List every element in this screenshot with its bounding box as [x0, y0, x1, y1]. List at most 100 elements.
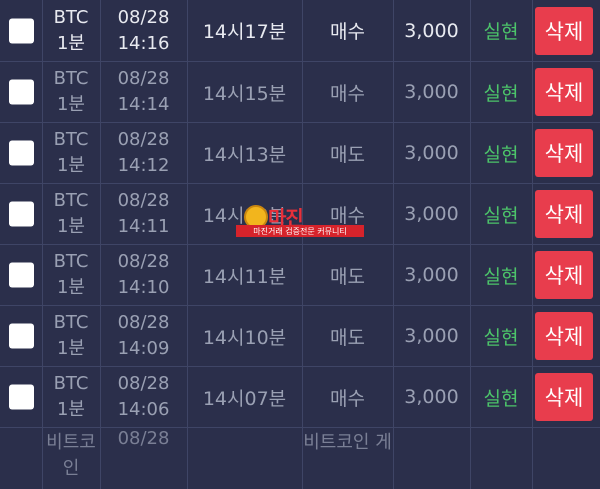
column-divider [393, 428, 394, 489]
time-label: 14:12 [117, 155, 170, 176]
interval-label: 1분 [56, 338, 85, 359]
status-label: 실현 [483, 143, 519, 166]
side-label: 매도 [330, 143, 365, 166]
row-select-checkbox[interactable] [9, 79, 34, 105]
row-select-checkbox[interactable] [9, 384, 34, 410]
row-select-checkbox[interactable] [9, 18, 34, 43]
watermark-tagline: 마진거래 검증전문 커뮤니티 [236, 225, 364, 237]
side-label: 매수 [330, 82, 365, 105]
date-label: 08/28 [117, 129, 170, 150]
delete-button[interactable]: 삭제 [535, 129, 593, 177]
delete-button[interactable]: 삭제 [535, 312, 593, 360]
time-label: 14:16 [117, 32, 170, 54]
status-label: 실현 [483, 82, 519, 105]
interval-label: 1분 [56, 399, 85, 420]
symbol-label: BTC [53, 129, 89, 150]
column-divider [532, 184, 533, 244]
delete-button[interactable]: 삭제 [535, 251, 593, 299]
round-label: 14시17분 [202, 21, 287, 43]
interval-label: 1분 [56, 277, 85, 298]
date-label: 08/28 [117, 428, 170, 449]
symbol-label: BTC [53, 251, 89, 272]
datetime-cell: 08/28 14:16 [118, 5, 170, 57]
status-label: 실현 [483, 326, 519, 349]
status-label: 실현 [483, 265, 519, 288]
round-label: 비트코인 게 [303, 432, 392, 453]
datetime-cell: 08/28 14:12 [118, 127, 170, 179]
orders-table: BTC 1분 08/28 14:16 14시17분 매수 3,000 실현 삭제 BTC 1분 08/… [0, 0, 600, 489]
date-label: 08/28 [117, 373, 170, 394]
side-label: 매수 [330, 21, 365, 43]
column-divider [532, 62, 533, 122]
symbol-label: BTC [53, 373, 89, 394]
amount-label: 3,000 [404, 142, 459, 164]
table-row: BTC 1분 08/28 14:16 14시17분 매수 3,000 실현 삭제 [0, 0, 600, 62]
amount-label: 3,000 [404, 19, 459, 42]
symbol-cell: BTC 1분 [54, 66, 89, 118]
date-label: 08/28 [117, 312, 170, 333]
symbol-cell: BTC 1분 [54, 371, 89, 423]
column-divider [532, 306, 533, 366]
side-label: 매도 [330, 326, 365, 349]
symbol-cell: BTC 1분 [54, 310, 89, 362]
delete-button[interactable]: 삭제 [535, 6, 593, 55]
amount-label: 3,000 [404, 325, 459, 347]
date-label: 08/28 [117, 190, 170, 211]
datetime-cell: 08/28 14:10 [118, 249, 170, 301]
column-divider [532, 367, 533, 427]
column-divider [470, 428, 471, 489]
round-label: 14시07분 [202, 387, 287, 410]
symbol-label: BTC [53, 6, 89, 28]
side-label: 매수 [330, 387, 365, 410]
delete-button[interactable]: 삭제 [535, 373, 593, 421]
amount-label: 3,000 [404, 81, 459, 103]
delete-button[interactable]: 삭제 [535, 190, 593, 238]
date-label: 08/28 [117, 6, 170, 28]
column-divider [532, 245, 533, 305]
symbol-cell: BTC 1분 [54, 127, 89, 179]
row-select-checkbox[interactable] [9, 140, 34, 166]
interval-label: 1분 [56, 155, 85, 176]
watermark: 마진 마진거래 검증전문 커뮤니티 [236, 203, 366, 239]
amount-label: 3,000 [404, 386, 459, 408]
datetime-cell: 08/28 14:14 [118, 66, 170, 118]
row-select-checkbox[interactable] [9, 323, 34, 349]
time-label: 14:11 [117, 216, 170, 237]
table-row: BTC 1분 08/28 14:12 14시13분 매도 3,000 실현 삭제 [0, 123, 600, 184]
round-label: 14시11분 [202, 265, 287, 288]
symbol-cell: BTC 1분 [54, 5, 89, 57]
symbol-label: BTC [53, 190, 89, 211]
row-select-checkbox[interactable] [9, 201, 34, 227]
datetime-cell: 08/28 14:09 [118, 310, 170, 362]
date-label: 08/28 [117, 68, 170, 89]
status-label: 실현 [483, 21, 519, 43]
time-label: 14:10 [117, 277, 170, 298]
table-row: BTC 1분 08/28 14:14 14시15분 매수 3,000 실현 삭제 [0, 62, 600, 123]
symbol-label: BTC [53, 312, 89, 333]
datetime-cell: 08/28 14:11 [118, 188, 170, 240]
datetime-cell: 08/28 14:06 [118, 371, 170, 423]
interval-label: 1분 [56, 94, 85, 115]
time-label: 14:09 [117, 338, 170, 359]
side-label: 매도 [330, 265, 365, 288]
symbol-cell: BTC 1분 [54, 188, 89, 240]
round-label: 14시13분 [202, 143, 287, 166]
delete-button[interactable]: 삭제 [535, 68, 593, 116]
amount-label: 3,000 [404, 203, 459, 225]
table-row: BTC 1분 08/28 14:09 14시10분 매도 3,000 실현 삭제 [0, 306, 600, 367]
table-row: BTC 1분 08/28 14:10 14시11분 매도 3,000 실현 삭제 [0, 245, 600, 306]
symbol-cell: BTC 1분 [54, 249, 89, 301]
symbol-label: 비트코인 [46, 432, 96, 479]
round-label: 14시10분 [202, 326, 287, 349]
interval-label: 1분 [56, 216, 85, 237]
column-divider [187, 428, 188, 489]
amount-label: 3,000 [404, 264, 459, 286]
table-row: BTC 1분 08/28 14:06 14시07분 매수 3,000 실현 삭제 [0, 367, 600, 428]
row-select-checkbox[interactable] [9, 262, 34, 288]
status-label: 실현 [483, 204, 519, 227]
column-divider [532, 0, 533, 61]
time-label: 14:06 [117, 399, 170, 420]
time-label: 14:14 [117, 94, 170, 115]
status-label: 실현 [483, 387, 519, 410]
round-label: 14시15분 [202, 82, 287, 105]
